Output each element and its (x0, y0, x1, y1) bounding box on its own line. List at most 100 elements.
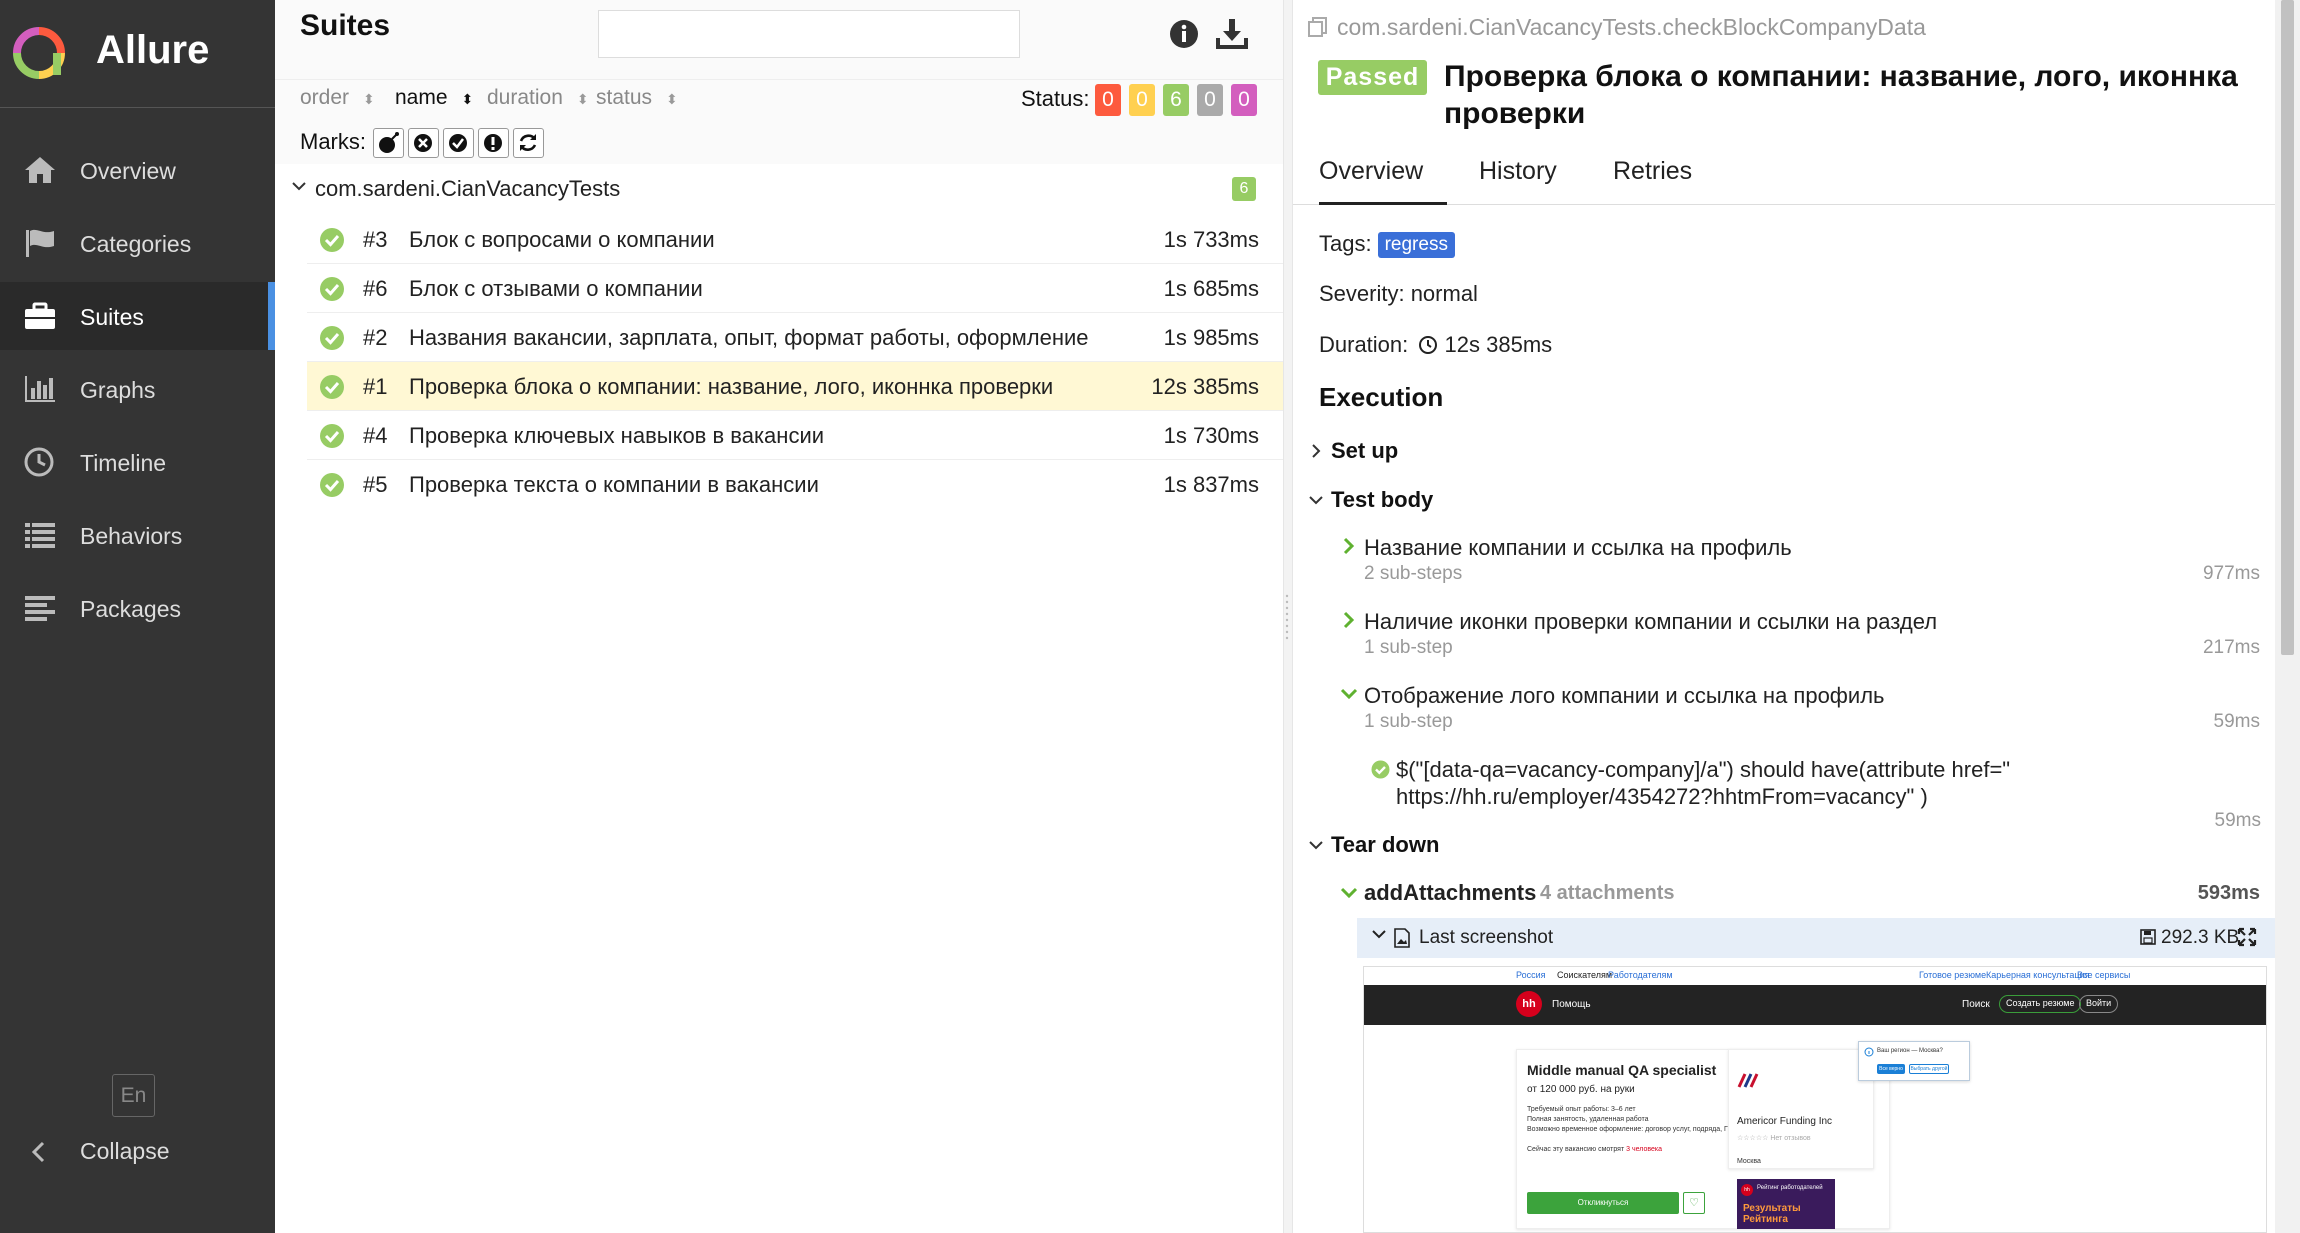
test-number: #6 (363, 276, 388, 301)
language-switcher[interactable]: En (112, 1074, 155, 1117)
test-full-name[interactable]: com.sardeni.CianVacancyTests.checkBlockC… (1307, 14, 1926, 41)
status-filter-label: Status: (1021, 86, 1090, 111)
status-filter-passed[interactable]: 6 (1163, 84, 1189, 116)
sort-icon: ⬍ (363, 91, 375, 107)
scrollbar-thumb[interactable] (2281, 0, 2294, 655)
status-filter-broken[interactable]: 0 (1129, 84, 1155, 116)
chevron-down-icon (1309, 841, 1323, 850)
sort-order[interactable]: order ⬍ (300, 86, 375, 110)
test-title-heading: Проверка блока о компании: название, лог… (1444, 60, 2238, 130)
info-icon[interactable] (1168, 18, 1200, 50)
sidebar-item-overview[interactable]: Overview (0, 136, 275, 204)
check-circle-icon (320, 473, 344, 497)
sort-label: name (395, 86, 448, 109)
section-label: Set up (1331, 438, 1399, 463)
test-row[interactable]: #2 Названия вакансии, зарплата, опыт, фо… (307, 313, 1283, 362)
sort-duration[interactable]: duration ⬍ (487, 86, 589, 110)
drag-handle-icon[interactable] (1285, 592, 1291, 642)
suite-group[interactable]: com.sardeni.CianVacancyTests 6 (275, 170, 1283, 208)
shot-company-city: Москва (1737, 1158, 1761, 1165)
mark-new-broken-button[interactable] (478, 128, 509, 158)
test-duration: 1s 985ms (1163, 325, 1259, 350)
check-circle-icon (320, 326, 344, 350)
step-substeps: 1 sub-step (1364, 637, 1453, 658)
mark-new-passed-button[interactable] (443, 128, 474, 158)
step-duration: 593ms (2197, 882, 2260, 904)
shot-region-popup: Ваш регион — Москва? Все верно Выбрать д… (1858, 1041, 1970, 1081)
sidebar-item-graphs[interactable]: Graphs (0, 355, 275, 423)
clock-icon (1419, 336, 1438, 354)
status-filter-failed[interactable]: 0 (1095, 84, 1121, 116)
search-input[interactable] (598, 10, 1020, 58)
setup-section[interactable]: Set up (1307, 438, 1398, 464)
sidebar-item-timeline[interactable]: Timeline (0, 428, 275, 496)
align-left-icon (25, 596, 55, 621)
collapse-button[interactable]: Collapse (0, 1130, 275, 1174)
sidebar-item-categories[interactable]: Categories (0, 209, 275, 277)
bomb-icon (379, 132, 399, 153)
execution-heading: Execution (1319, 382, 1444, 412)
section-label: Test body (1331, 487, 1434, 512)
tab-history[interactable]: History (1479, 157, 1557, 205)
test-row[interactable]: #5 Проверка текста о компании в вакансии… (307, 460, 1283, 509)
sidebar: Allure Overview Categories Suites Graphs… (0, 0, 275, 1233)
status-filter-unknown[interactable]: 0 (1231, 84, 1257, 116)
sort-label: order (300, 86, 350, 109)
step-title: Название компании и ссылка на профиль (1364, 535, 1792, 560)
shot-company-reviews: ☆☆☆☆☆ Нет отзывов (1737, 1135, 1811, 1142)
test-full-name-text: com.sardeni.CianVacancyTests.checkBlockC… (1337, 14, 1926, 40)
shot-search: Поиск (1962, 999, 1990, 1010)
shot-create-resume: Создать резюме (1999, 995, 2082, 1013)
test-row[interactable]: #6 Блок с отзывами о компании 1s 685ms (307, 264, 1283, 313)
step-duration: 59ms (2213, 711, 2260, 732)
sort-name[interactable]: name ⬍ (395, 86, 473, 110)
attachment-size: 292.3 KB (2140, 927, 2239, 949)
attachment-name: Last screenshot (1419, 927, 1554, 948)
brand[interactable]: Allure (0, 0, 275, 108)
attachment-header[interactable]: Last screenshot 292.3 KB (1357, 918, 2279, 958)
mark-new-failed-button[interactable] (408, 128, 439, 158)
test-row[interactable]: #3 Блок с вопросами о компании 1s 733ms (307, 215, 1283, 264)
sidebar-item-behaviors[interactable]: Behaviors (0, 501, 275, 569)
test-number: #4 (363, 423, 388, 448)
check-circle-icon (320, 228, 344, 252)
mark-flaky-button[interactable] (373, 128, 404, 158)
step-substeps: 1 sub-step (1364, 711, 1453, 732)
refresh-icon (519, 134, 537, 151)
shot-company-card: Americor Funding Inc ☆☆☆☆☆ Нет отзывов М… (1728, 1049, 1874, 1169)
test-body-section[interactable]: Test body (1307, 487, 1433, 513)
attachment-screenshot[interactable]: Россия Соискателям Работодателям Готовое… (1363, 966, 2267, 1233)
tab-overview[interactable]: Overview (1319, 157, 1447, 205)
shot-popup-other: Выбрать другой (1909, 1064, 1949, 1074)
test-row-selected[interactable]: #1 Проверка блока о компании: название, … (307, 362, 1283, 411)
test-title: Проверка блока о компании: название, лог… (409, 374, 1054, 399)
test-duration: 1s 837ms (1163, 472, 1259, 497)
expand-icon[interactable] (2237, 927, 2257, 947)
info-icon (1864, 1047, 1874, 1057)
sidebar-item-label: Behaviors (80, 523, 183, 549)
shot-help: Помощь (1552, 999, 1591, 1010)
teardown-section[interactable]: Tear down (1307, 832, 1439, 858)
step-substeps: 2 sub-steps (1364, 563, 1463, 584)
check-circle-icon (449, 134, 467, 152)
mark-retries-button[interactable] (513, 128, 544, 158)
hh-logo: hh (1516, 991, 1542, 1017)
sidebar-item-packages[interactable]: Packages (0, 574, 275, 642)
test-number: #2 (363, 325, 388, 350)
tab-retries[interactable]: Retries (1613, 157, 1692, 205)
status-filter-skipped[interactable]: 0 (1197, 84, 1223, 116)
exclamation-circle-icon (484, 134, 502, 152)
clock-icon (24, 447, 54, 477)
test-row[interactable]: #4 Проверка ключевых навыков в вакансии … (307, 411, 1283, 460)
sidebar-item-suites[interactable]: Suites (0, 282, 275, 350)
status-badge: Passed (1318, 60, 1427, 95)
allure-report-app: Allure Overview Categories Suites Graphs… (0, 0, 2300, 1233)
sort-status[interactable]: status ⬍ (596, 86, 678, 110)
duration-field: Duration: 12s 385ms (1319, 332, 1552, 358)
shot-top-bar: Россия Соискателям Работодателям Готовое… (1364, 967, 2266, 985)
copy-icon[interactable] (1307, 16, 1329, 38)
suite-group-count: 6 (1232, 177, 1256, 201)
marks-label: Marks: (300, 129, 366, 154)
test-title: Блок с отзывами о компании (409, 276, 703, 301)
download-icon[interactable] (1215, 16, 1249, 50)
